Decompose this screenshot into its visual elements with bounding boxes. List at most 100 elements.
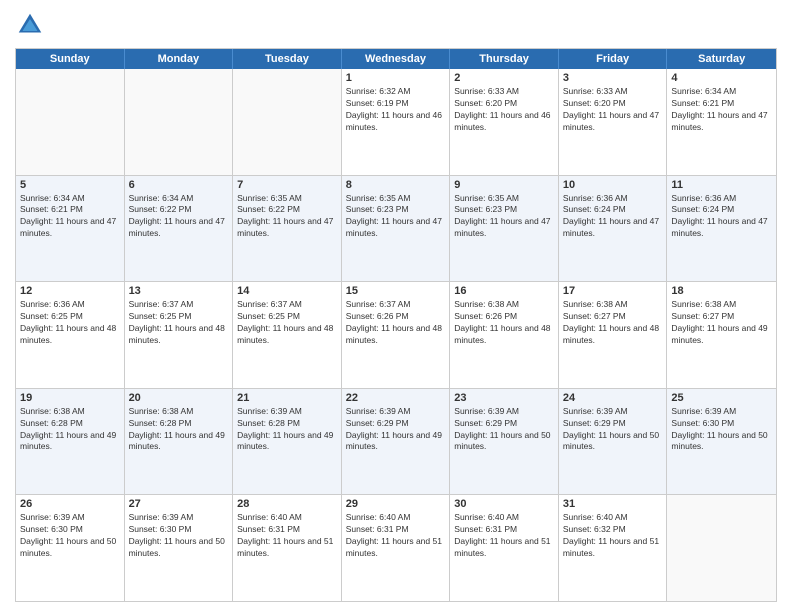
day-number: 31 [563, 498, 663, 510]
calendar-cell-3-6: 25 Sunrise: 6:39 AM Sunset: 6:30 PM Dayli… [667, 389, 776, 495]
day-number: 12 [20, 285, 120, 297]
calendar-cell-2-4: 16 Sunrise: 6:38 AM Sunset: 6:26 PM Dayli… [450, 282, 559, 388]
calendar-cell-2-1: 13 Sunrise: 6:37 AM Sunset: 6:25 PM Dayli… [125, 282, 234, 388]
logo [15, 10, 49, 40]
calendar-cell-4-5: 31 Sunrise: 6:40 AM Sunset: 6:32 PM Dayli… [559, 495, 668, 601]
calendar-cell-2-5: 17 Sunrise: 6:38 AM Sunset: 6:27 PM Dayli… [559, 282, 668, 388]
day-info: Sunrise: 6:39 AM Sunset: 6:30 PM Dayligh… [671, 406, 772, 454]
day-number: 13 [129, 285, 229, 297]
calendar-cell-4-0: 26 Sunrise: 6:39 AM Sunset: 6:30 PM Dayli… [16, 495, 125, 601]
page: SundayMondayTuesdayWednesdayThursdayFrid… [0, 0, 792, 612]
day-info: Sunrise: 6:39 AM Sunset: 6:30 PM Dayligh… [20, 512, 120, 560]
day-number: 26 [20, 498, 120, 510]
calendar: SundayMondayTuesdayWednesdayThursdayFrid… [15, 48, 777, 602]
calendar-row-1: 5 Sunrise: 6:34 AM Sunset: 6:21 PM Daylig… [16, 176, 776, 283]
day-info: Sunrise: 6:36 AM Sunset: 6:24 PM Dayligh… [671, 193, 772, 241]
calendar-cell-1-1: 6 Sunrise: 6:34 AM Sunset: 6:22 PM Daylig… [125, 176, 234, 282]
day-info: Sunrise: 6:36 AM Sunset: 6:25 PM Dayligh… [20, 299, 120, 347]
day-number: 17 [563, 285, 663, 297]
calendar-cell-3-3: 22 Sunrise: 6:39 AM Sunset: 6:29 PM Dayli… [342, 389, 451, 495]
calendar-cell-0-3: 1 Sunrise: 6:32 AM Sunset: 6:19 PM Daylig… [342, 69, 451, 175]
calendar-cell-2-0: 12 Sunrise: 6:36 AM Sunset: 6:25 PM Dayli… [16, 282, 125, 388]
calendar-cell-4-6 [667, 495, 776, 601]
calendar-cell-4-1: 27 Sunrise: 6:39 AM Sunset: 6:30 PM Dayli… [125, 495, 234, 601]
calendar-cell-1-5: 10 Sunrise: 6:36 AM Sunset: 6:24 PM Dayli… [559, 176, 668, 282]
calendar-row-0: 1 Sunrise: 6:32 AM Sunset: 6:19 PM Daylig… [16, 69, 776, 176]
logo-icon [15, 10, 45, 40]
calendar-cell-4-2: 28 Sunrise: 6:40 AM Sunset: 6:31 PM Dayli… [233, 495, 342, 601]
calendar-cell-4-4: 30 Sunrise: 6:40 AM Sunset: 6:31 PM Dayli… [450, 495, 559, 601]
calendar-cell-0-4: 2 Sunrise: 6:33 AM Sunset: 6:20 PM Daylig… [450, 69, 559, 175]
day-info: Sunrise: 6:40 AM Sunset: 6:31 PM Dayligh… [237, 512, 337, 560]
day-info: Sunrise: 6:37 AM Sunset: 6:26 PM Dayligh… [346, 299, 446, 347]
day-info: Sunrise: 6:40 AM Sunset: 6:31 PM Dayligh… [454, 512, 554, 560]
day-info: Sunrise: 6:38 AM Sunset: 6:27 PM Dayligh… [671, 299, 772, 347]
day-number: 18 [671, 285, 772, 297]
calendar-cell-0-1 [125, 69, 234, 175]
day-number: 16 [454, 285, 554, 297]
header-day-wednesday: Wednesday [342, 49, 451, 69]
day-info: Sunrise: 6:37 AM Sunset: 6:25 PM Dayligh… [129, 299, 229, 347]
calendar-header: SundayMondayTuesdayWednesdayThursdayFrid… [16, 49, 776, 69]
day-number: 20 [129, 392, 229, 404]
calendar-cell-2-3: 15Sunrise: 6:37 AM Sunset: 6:26 PM Dayli… [342, 282, 451, 388]
header-day-saturday: Saturday [667, 49, 776, 69]
day-number: 24 [563, 392, 663, 404]
day-number: 21 [237, 392, 337, 404]
day-info: Sunrise: 6:39 AM Sunset: 6:28 PM Dayligh… [237, 406, 337, 454]
calendar-cell-0-0 [16, 69, 125, 175]
day-number: 1 [346, 72, 446, 84]
day-info: Sunrise: 6:32 AM Sunset: 6:19 PM Dayligh… [346, 86, 446, 134]
calendar-cell-0-2 [233, 69, 342, 175]
calendar-cell-0-5: 3 Sunrise: 6:33 AM Sunset: 6:20 PM Daylig… [559, 69, 668, 175]
calendar-cell-3-0: 19 Sunrise: 6:38 AM Sunset: 6:28 PM Dayli… [16, 389, 125, 495]
calendar-cell-1-3: 8 Sunrise: 6:35 AM Sunset: 6:23 PM Daylig… [342, 176, 451, 282]
calendar-cell-2-2: 14 Sunrise: 6:37 AM Sunset: 6:25 PM Dayli… [233, 282, 342, 388]
calendar-cell-3-2: 21 Sunrise: 6:39 AM Sunset: 6:28 PM Dayli… [233, 389, 342, 495]
day-info: Sunrise: 6:33 AM Sunset: 6:20 PM Dayligh… [454, 86, 554, 134]
header-day-tuesday: Tuesday [233, 49, 342, 69]
day-number: 3 [563, 72, 663, 84]
day-info: Sunrise: 6:34 AM Sunset: 6:21 PM Dayligh… [20, 193, 120, 241]
day-info: Sunrise: 6:38 AM Sunset: 6:28 PM Dayligh… [129, 406, 229, 454]
day-info: Sunrise: 6:35 AM Sunset: 6:23 PM Dayligh… [346, 193, 446, 241]
calendar-row-4: 26 Sunrise: 6:39 AM Sunset: 6:30 PM Dayli… [16, 495, 776, 601]
day-info: Sunrise: 6:38 AM Sunset: 6:28 PM Dayligh… [20, 406, 120, 454]
day-info: Sunrise: 6:39 AM Sunset: 6:29 PM Dayligh… [563, 406, 663, 454]
day-number: 28 [237, 498, 337, 510]
day-info: Sunrise: 6:38 AM Sunset: 6:27 PM Dayligh… [563, 299, 663, 347]
day-info: Sunrise: 6:39 AM Sunset: 6:29 PM Dayligh… [346, 406, 446, 454]
header-day-sunday: Sunday [16, 49, 125, 69]
day-info: Sunrise: 6:35 AM Sunset: 6:23 PM Dayligh… [454, 193, 554, 241]
day-info: Sunrise: 6:39 AM Sunset: 6:29 PM Dayligh… [454, 406, 554, 454]
day-number: 11 [671, 179, 772, 191]
day-info: Sunrise: 6:39 AM Sunset: 6:30 PM Dayligh… [129, 512, 229, 560]
day-info: Sunrise: 6:40 AM Sunset: 6:32 PM Dayligh… [563, 512, 663, 560]
day-number: 8 [346, 179, 446, 191]
day-number: 9 [454, 179, 554, 191]
day-info: Sunrise: 6:33 AM Sunset: 6:20 PM Dayligh… [563, 86, 663, 134]
day-number: 10 [563, 179, 663, 191]
day-info: Sunrise: 6:34 AM Sunset: 6:22 PM Dayligh… [129, 193, 229, 241]
day-info: Sunrise: 6:38 AM Sunset: 6:26 PM Dayligh… [454, 299, 554, 347]
day-number: 7 [237, 179, 337, 191]
day-number: 30 [454, 498, 554, 510]
day-number: 25 [671, 392, 772, 404]
day-number: 5 [20, 179, 120, 191]
calendar-cell-1-6: 11 Sunrise: 6:36 AM Sunset: 6:24 PM Dayli… [667, 176, 776, 282]
calendar-cell-0-6: 4Sunrise: 6:34 AM Sunset: 6:21 PM Daylig… [667, 69, 776, 175]
day-number: 4 [671, 72, 772, 84]
header [15, 10, 777, 40]
day-number: 2 [454, 72, 554, 84]
calendar-cell-1-2: 7Sunrise: 6:35 AM Sunset: 6:22 PM Daylig… [233, 176, 342, 282]
calendar-cell-3-4: 23Sunrise: 6:39 AM Sunset: 6:29 PM Dayli… [450, 389, 559, 495]
day-number: 6 [129, 179, 229, 191]
calendar-body: 1 Sunrise: 6:32 AM Sunset: 6:19 PM Daylig… [16, 69, 776, 601]
day-number: 22 [346, 392, 446, 404]
day-info: Sunrise: 6:40 AM Sunset: 6:31 PM Dayligh… [346, 512, 446, 560]
day-number: 19 [20, 392, 120, 404]
day-number: 27 [129, 498, 229, 510]
day-number: 14 [237, 285, 337, 297]
day-info: Sunrise: 6:37 AM Sunset: 6:25 PM Dayligh… [237, 299, 337, 347]
day-info: Sunrise: 6:36 AM Sunset: 6:24 PM Dayligh… [563, 193, 663, 241]
